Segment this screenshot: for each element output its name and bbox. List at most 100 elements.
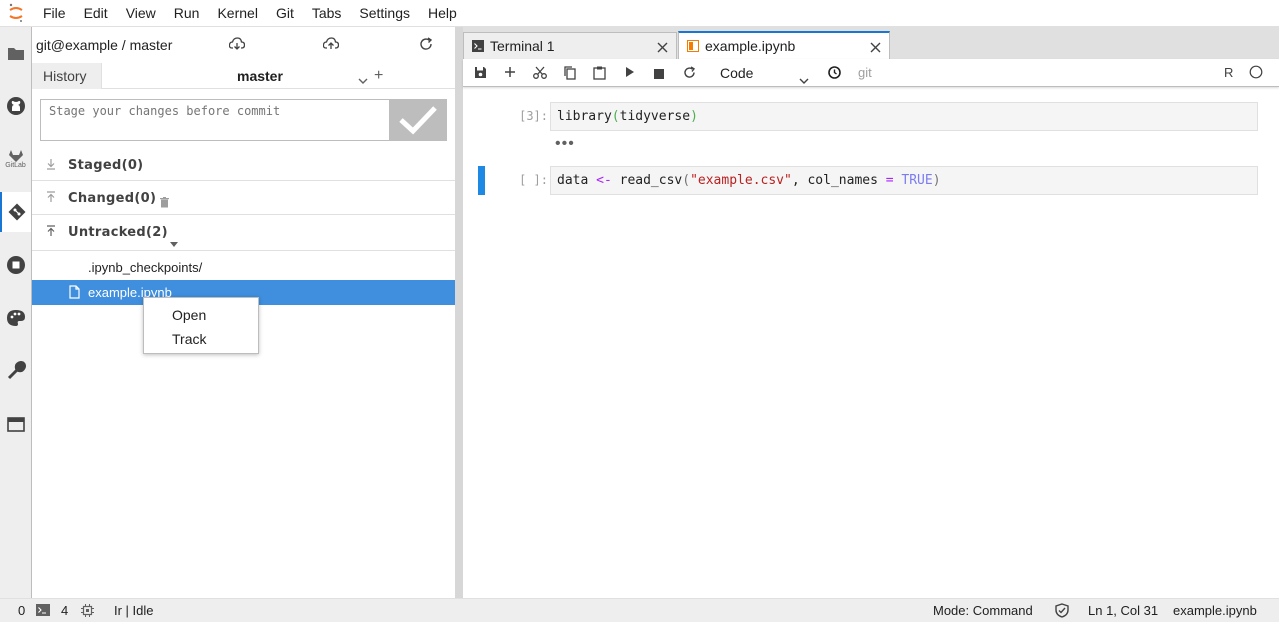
tab-label: Terminal 1 bbox=[490, 38, 555, 54]
notebook-toolbar: Code git R bbox=[463, 59, 1279, 87]
copy-icon[interactable] bbox=[563, 66, 576, 83]
gitlab-label: GitLab bbox=[5, 162, 26, 169]
menu-file[interactable]: File bbox=[34, 0, 75, 27]
untracked-section[interactable]: Untracked(2) bbox=[32, 215, 455, 251]
kernel-chip-icon[interactable] bbox=[81, 604, 94, 620]
git-icon[interactable] bbox=[0, 192, 31, 232]
git-diff-label[interactable]: git bbox=[858, 65, 872, 80]
restart-icon[interactable] bbox=[683, 66, 696, 82]
code-token: ) bbox=[932, 173, 941, 188]
branch-selector[interactable]: master + bbox=[102, 63, 455, 88]
menu-git[interactable]: Git bbox=[267, 0, 303, 27]
close-icon[interactable] bbox=[870, 40, 881, 56]
jupyter-logo-icon bbox=[0, 0, 32, 27]
repo-label: git@example / master bbox=[36, 37, 173, 53]
code-token: ) bbox=[690, 109, 698, 124]
changed-collapse-icon[interactable] bbox=[46, 191, 56, 206]
file-icon bbox=[69, 285, 80, 302]
terminal-status-icon[interactable] bbox=[36, 604, 50, 619]
cell-type-select[interactable]: Code bbox=[715, 63, 811, 84]
context-menu-track[interactable]: Track bbox=[144, 327, 258, 351]
menu-tabs[interactable]: Tabs bbox=[303, 0, 351, 27]
menu-view[interactable]: View bbox=[117, 0, 165, 27]
cell-editor[interactable]: data <- read_csv("example.csv", col_name… bbox=[550, 166, 1258, 195]
untracked-file-row[interactable]: .ipynb_checkpoints/ bbox=[32, 255, 455, 280]
history-tab[interactable]: History bbox=[32, 63, 102, 89]
untracked-collapse-icon[interactable] bbox=[46, 225, 56, 240]
run-icon[interactable] bbox=[625, 66, 635, 81]
paste-icon[interactable] bbox=[593, 66, 606, 83]
wrench-icon[interactable] bbox=[0, 351, 31, 391]
branch-name[interactable]: master bbox=[237, 68, 283, 84]
code-token: TRUE bbox=[901, 173, 933, 188]
status-filename: example.ipynb bbox=[1173, 603, 1257, 618]
main-dock-area: Terminal 1 example.ipynb Code git R [3]:… bbox=[463, 27, 1279, 598]
menu-bar: File Edit View Run Kernel Git Tabs Setti… bbox=[0, 0, 1279, 27]
code-token: ( bbox=[682, 173, 691, 188]
code-token: , col_names bbox=[791, 173, 886, 188]
context-menu-open[interactable]: Open bbox=[144, 303, 258, 327]
commit-button[interactable] bbox=[389, 100, 446, 140]
cell-type-value: Code bbox=[720, 65, 754, 81]
github-icon[interactable] bbox=[0, 86, 31, 126]
chevron-down-icon[interactable] bbox=[358, 72, 368, 87]
close-icon[interactable] bbox=[657, 40, 668, 56]
tab-label: example.ipynb bbox=[705, 38, 796, 54]
folder-icon[interactable] bbox=[0, 33, 31, 73]
cloud-upload-icon[interactable] bbox=[322, 37, 340, 54]
code-token: = bbox=[885, 173, 894, 188]
file-name: .ipynb_checkpoints/ bbox=[88, 260, 203, 275]
tab-bar: Terminal 1 example.ipynb bbox=[463, 27, 1279, 59]
code-token: tidyverse bbox=[619, 109, 691, 124]
activity-bar: GitLab bbox=[0, 27, 32, 598]
panel-splitter[interactable] bbox=[455, 27, 463, 598]
code-token: ( bbox=[611, 109, 620, 124]
mode-indicator: Mode: Command bbox=[933, 603, 1033, 618]
running-icon[interactable] bbox=[0, 245, 31, 285]
commit-box bbox=[40, 99, 447, 141]
stop-icon[interactable] bbox=[654, 67, 664, 82]
gitlab-icon[interactable]: GitLab bbox=[0, 139, 31, 179]
code-token: read_csv bbox=[611, 173, 683, 188]
status-bar: 0 4 Ir | Idle Mode: Command Ln 1, Col 31… bbox=[0, 598, 1279, 622]
menu-help[interactable]: Help bbox=[419, 0, 466, 27]
tab-notebook[interactable]: example.ipynb bbox=[678, 31, 890, 59]
status-count-b[interactable]: 4 bbox=[61, 603, 68, 618]
save-icon[interactable] bbox=[474, 66, 487, 82]
menu-kernel[interactable]: Kernel bbox=[208, 0, 266, 27]
staged-title: Staged(0) bbox=[68, 158, 144, 173]
add-cell-icon[interactable] bbox=[504, 66, 516, 81]
palette-icon[interactable] bbox=[0, 298, 31, 338]
kernel-idle-icon bbox=[1249, 65, 1263, 82]
add-branch-icon[interactable]: + bbox=[374, 68, 383, 84]
cell-editor[interactable]: library(tidyverse) bbox=[550, 102, 1258, 131]
changed-section[interactable]: Changed(0) bbox=[32, 183, 455, 215]
cursor-position[interactable]: Ln 1, Col 31 bbox=[1088, 603, 1158, 618]
git-panel-header: git@example / master bbox=[32, 27, 455, 63]
trusted-shield-icon[interactable] bbox=[1055, 603, 1069, 621]
code-token: library bbox=[557, 109, 612, 124]
cloud-download-icon[interactable] bbox=[228, 37, 246, 54]
active-cell-indicator bbox=[478, 166, 485, 195]
history-clock-icon[interactable] bbox=[828, 66, 841, 82]
discard-trash-icon[interactable] bbox=[160, 196, 169, 211]
collapsed-output-ellipsis[interactable]: ••• bbox=[555, 135, 575, 153]
cell-prompt: [ ]: bbox=[519, 173, 548, 187]
cut-icon[interactable] bbox=[533, 66, 547, 82]
menu-run[interactable]: Run bbox=[165, 0, 209, 27]
terminal-icon bbox=[472, 40, 484, 52]
code-token: <- bbox=[596, 173, 612, 188]
chevron-down-icon bbox=[799, 69, 809, 89]
refresh-icon[interactable] bbox=[419, 37, 433, 54]
tabs-icon[interactable] bbox=[0, 404, 31, 444]
menu-edit[interactable]: Edit bbox=[75, 0, 117, 27]
staged-section[interactable]: Staged(0) bbox=[32, 151, 455, 181]
menu-settings[interactable]: Settings bbox=[350, 0, 419, 27]
commit-message-input[interactable] bbox=[41, 100, 389, 140]
caret-down-icon[interactable] bbox=[170, 235, 178, 250]
staged-collapse-icon[interactable] bbox=[46, 158, 56, 173]
kernel-status-text[interactable]: Ir | Idle bbox=[114, 603, 154, 618]
status-count-a[interactable]: 0 bbox=[18, 603, 25, 618]
kernel-name[interactable]: R bbox=[1224, 65, 1233, 80]
tab-terminal[interactable]: Terminal 1 bbox=[463, 32, 677, 59]
